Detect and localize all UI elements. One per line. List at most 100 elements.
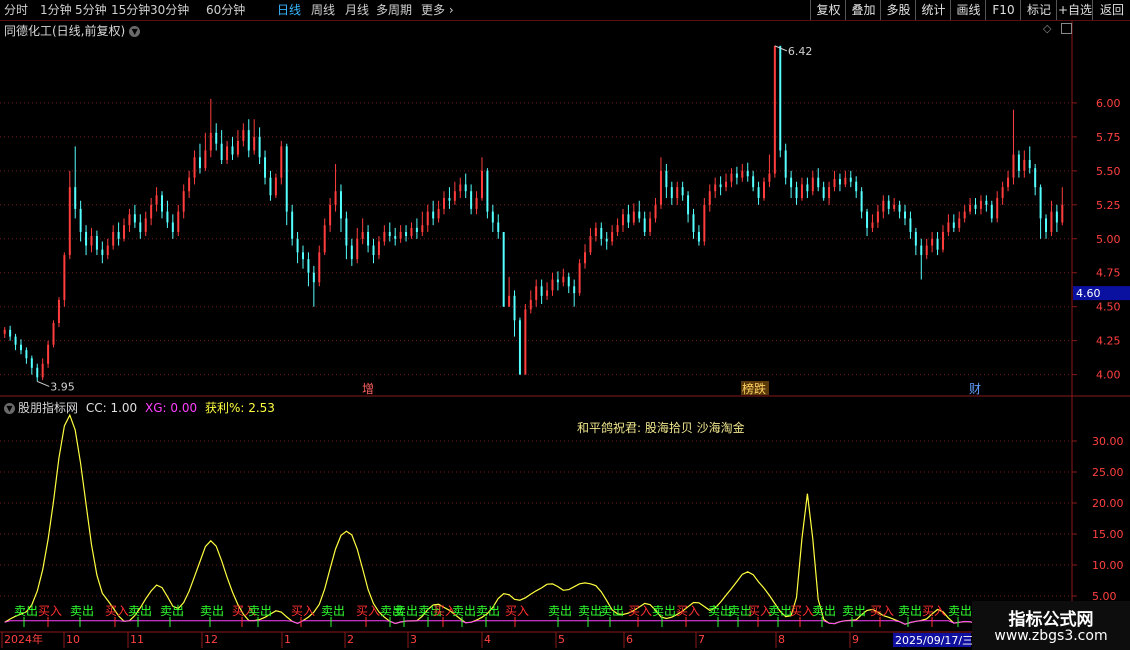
indicator-series [4, 413, 1063, 625]
candle-body [546, 290, 549, 296]
candle-body [95, 236, 98, 250]
date-axis: 2024年 10 11 12 1 2 3 4 5 6 7 8 9 2025/09/17/三 [1, 632, 973, 648]
cc-value: CC: 1.00 [85, 401, 138, 415]
candle-body [1023, 159, 1026, 171]
date-label: 8 [778, 633, 785, 646]
date-label: 9 [852, 633, 859, 646]
indicator-grid [0, 440, 1077, 597]
candle-body [584, 252, 587, 264]
candle-body [57, 299, 60, 323]
price-tick-label: 4.50 [1096, 301, 1121, 314]
candle-body [242, 130, 245, 141]
candle-body [264, 157, 267, 178]
candle-body [117, 231, 120, 239]
sell-signal: 卖出 [70, 604, 94, 618]
buy-signal: 买入 [291, 604, 315, 618]
candle-body [811, 177, 814, 192]
buy-signal: 买入 [628, 604, 652, 618]
sell-signal: 卖出 [452, 604, 476, 618]
candle-body [752, 176, 755, 188]
candle-body [773, 45, 776, 174]
candle-body [193, 157, 196, 178]
candle-body [123, 225, 126, 239]
candle-body [63, 255, 66, 300]
candle-body [1039, 187, 1042, 219]
candle-body [665, 170, 668, 188]
candle-body [616, 225, 619, 232]
candle-body [160, 195, 163, 212]
candle-body [486, 170, 489, 212]
candle-body [47, 344, 50, 364]
candle-body [931, 238, 934, 246]
candle-body [632, 211, 635, 223]
date-label: 2 [347, 633, 354, 646]
candle-body [112, 231, 115, 246]
price-tick-label: 5.50 [1096, 165, 1121, 178]
sell-signal: 卖出 [948, 604, 972, 618]
event-tag: 榜跌 [742, 381, 766, 396]
xg-value: XG: 0.00 [145, 401, 198, 415]
candle-body [562, 276, 565, 283]
chevron-down-icon[interactable]: ▼ [4, 403, 15, 414]
candle-body [676, 187, 679, 199]
sell-signal: 卖出 [476, 604, 500, 618]
sell-signal: 卖出 [128, 604, 152, 618]
candle-body [1045, 218, 1048, 232]
candle-body [1001, 187, 1004, 199]
diamond-icon[interactable]: ◇ [1043, 22, 1051, 35]
candle-body [904, 211, 907, 219]
candle-body [470, 191, 473, 209]
buy-signal: 买入 [870, 604, 894, 618]
candle-body [627, 214, 630, 223]
candle-body [410, 227, 413, 237]
candle-body [594, 227, 597, 237]
candle-body [790, 177, 793, 188]
candle-body [828, 187, 831, 199]
sell-signal: 卖出 [842, 604, 866, 618]
candle-body [914, 231, 917, 246]
candle-body [1012, 154, 1015, 178]
low-marker-label: 3.95 [50, 380, 74, 393]
candle-body [822, 187, 825, 199]
candle-body [497, 222, 500, 232]
candle-body [611, 231, 614, 242]
candle-body [280, 146, 283, 178]
sell-signal: 卖出 [248, 604, 272, 618]
panel-toggle-icon[interactable] [1061, 23, 1072, 34]
candle-body [735, 173, 738, 178]
current-price-label: 4.60 [1076, 287, 1101, 300]
candle-body [638, 211, 641, 219]
candle-body [421, 225, 424, 232]
candle-body [318, 252, 321, 283]
candle-body [643, 218, 646, 232]
candle-body [866, 211, 869, 228]
candle-body [659, 170, 662, 205]
indicator-tick-label: 30.00 [1092, 435, 1124, 448]
sell-signal: 卖出 [812, 604, 836, 618]
candle-body [795, 187, 798, 199]
candlestick-series [3, 45, 1064, 382]
candle-body [155, 195, 158, 205]
candle-body [25, 350, 28, 359]
candle-body [730, 173, 733, 182]
candle-body [3, 329, 6, 334]
candle-body [1007, 177, 1010, 188]
candle-body [144, 218, 147, 232]
candle-body [90, 236, 93, 246]
candle-body [307, 259, 310, 273]
price-tick-label: 4.00 [1096, 369, 1121, 382]
date-label: 1 [284, 633, 291, 646]
candle-body [502, 231, 505, 307]
candle-body [437, 208, 440, 219]
price-tick-label: 5.75 [1096, 131, 1121, 144]
candle-body [258, 136, 261, 158]
candle-body [958, 218, 961, 228]
candle-body [757, 187, 760, 199]
candle-body [697, 231, 700, 242]
candle-body [681, 187, 684, 196]
indicator-annotation: 和平鸽祝君: 股海拾贝 沙海淘金 [577, 421, 745, 435]
date-label: 7 [698, 633, 705, 646]
candle-body [356, 238, 359, 260]
candle-body [508, 295, 511, 307]
stock-chart[interactable]: 6.00 5.75 5.50 5.25 5.00 4.75 4.50 4.25 4.00 4.60… [0, 0, 1130, 650]
